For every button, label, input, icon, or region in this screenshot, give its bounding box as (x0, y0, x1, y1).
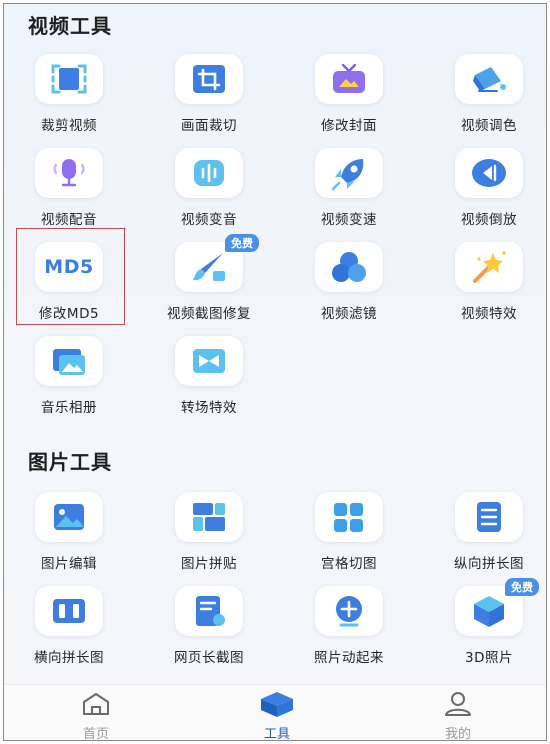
paint-bucket-icon (455, 54, 523, 104)
tab-mine[interactable]: 我的 (418, 691, 498, 741)
tool-label: 照片动起来 (314, 650, 384, 666)
section-title-image: 图片工具 (28, 450, 112, 474)
tool-collage[interactable]: 图片拼贴 (139, 492, 279, 582)
tool-speed[interactable]: 视频变速 (279, 148, 419, 238)
tool-vertical-stitch[interactable]: 纵向拼长图 (419, 492, 546, 582)
photo-album-icon (35, 336, 103, 386)
free-badge: 免费 (505, 578, 539, 596)
tool-transition[interactable]: 转场特效 (139, 336, 279, 426)
tool-label: 视频配音 (41, 212, 97, 228)
tool-voice-change[interactable]: 视频变音 (139, 148, 279, 238)
magic-wand-icon (455, 242, 523, 292)
tool-label: 3D照片 (465, 650, 513, 666)
microphone-icon (35, 148, 103, 198)
collage-icon (175, 492, 243, 542)
tool-label: 音乐相册 (41, 400, 97, 416)
bottom-tab-bar: 首页 工具 我的 (4, 684, 546, 741)
tool-label: 视频截图修复 (167, 306, 251, 322)
tool-frame-crop[interactable]: 画面裁切 (139, 54, 279, 144)
brush-repair-icon: 免费 (175, 234, 259, 292)
tool-label: 视频特效 (461, 306, 517, 322)
tab-label: 我的 (444, 727, 471, 741)
tool-label: 视频倒放 (461, 212, 517, 228)
tool-grid-cut[interactable]: 宫格切图 (279, 492, 419, 582)
horizontal-stitch-icon (35, 586, 103, 636)
tool-label: 横向拼长图 (34, 650, 104, 666)
tool-label: 网页长截图 (174, 650, 244, 666)
tool-filter[interactable]: 视频滤镜 (279, 242, 419, 332)
tab-tools[interactable]: 工具 (237, 691, 317, 741)
image-edit-icon (35, 492, 103, 542)
tool-label: 转场特效 (181, 400, 237, 416)
rewind-icon (455, 148, 523, 198)
tool-3d-photo[interactable]: 免费 3D照片 (419, 578, 546, 676)
tool-label: 图片拼贴 (181, 556, 237, 572)
free-badge: 免费 (225, 234, 259, 252)
tool-reverse[interactable]: 视频倒放 (419, 148, 546, 238)
tool-effects[interactable]: 视频特效 (419, 242, 546, 332)
tool-crop-video[interactable]: 裁剪视频 (4, 54, 139, 144)
tool-label: 视频变速 (321, 212, 377, 228)
rocket-icon (315, 148, 383, 198)
tool-label: 修改封面 (321, 118, 377, 134)
tool-horizontal-stitch[interactable]: 横向拼长图 (4, 586, 139, 676)
tool-label: 裁剪视频 (41, 118, 97, 134)
section-title-video: 视频工具 (28, 14, 112, 38)
crop-video-icon (35, 54, 103, 104)
tool-screenshot-repair[interactable]: 免费 视频截图修复 (139, 234, 279, 332)
tool-animate-photo[interactable]: 照片动起来 (279, 586, 419, 676)
voice-wave-icon (175, 148, 243, 198)
tool-image-edit[interactable]: 图片编辑 (4, 492, 139, 582)
tool-dubbing[interactable]: 视频配音 (4, 148, 139, 238)
tab-label: 首页 (82, 727, 109, 741)
tool-label: 视频变音 (181, 212, 237, 228)
vertical-stitch-icon (455, 492, 523, 542)
tool-change-cover[interactable]: 修改封面 (279, 54, 419, 144)
tool-label: 视频滤镜 (321, 306, 377, 322)
cube-3d-icon: 免费 (455, 578, 539, 636)
tool-label: 画面裁切 (181, 118, 237, 134)
tool-label: 视频调色 (461, 118, 517, 134)
web-screenshot-icon (175, 586, 243, 636)
animate-photo-icon (315, 586, 383, 636)
filter-circles-icon (315, 242, 383, 292)
tab-home[interactable]: 首页 (56, 691, 136, 741)
tool-web-screenshot[interactable]: 网页长截图 (139, 586, 279, 676)
tool-label: 宫格切图 (321, 556, 377, 572)
grid-cut-icon (315, 492, 383, 542)
app-frame: 视频工具 裁剪视频 画面裁切 修改封面 视频调色 视频配音 视频变音 视频变速 … (3, 3, 547, 741)
user-icon (441, 691, 475, 721)
selection-highlight-box (16, 228, 125, 325)
home-icon (79, 691, 113, 721)
tab-label: 工具 (263, 727, 290, 741)
cover-tv-icon (315, 54, 383, 104)
toolbox-cube-icon (259, 691, 295, 721)
tool-music-album[interactable]: 音乐相册 (4, 336, 139, 426)
transition-icon (175, 336, 243, 386)
tool-label: 图片编辑 (41, 556, 97, 572)
tool-label: 纵向拼长图 (454, 556, 524, 572)
tool-color-grade[interactable]: 视频调色 (419, 54, 546, 144)
frame-crop-icon (175, 54, 243, 104)
